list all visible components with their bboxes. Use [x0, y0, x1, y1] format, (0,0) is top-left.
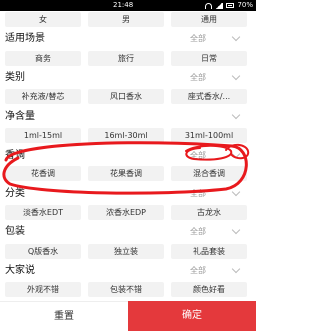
chip-option[interactable]: 风口香水	[88, 89, 164, 104]
fragrance-options: 花香调 花果香调 混合香调	[0, 166, 256, 182]
section-all[interactable]: 全部	[190, 226, 206, 238]
status-time: 21:48	[113, 1, 134, 9]
battery-icon	[226, 3, 235, 8]
chevron-down-icon[interactable]	[231, 149, 241, 159]
chip-option[interactable]: 礼品套装	[171, 244, 247, 259]
chip-option[interactable]: 日常	[171, 51, 247, 66]
volume-options: 1ml-15ml 16ml-30ml 31ml-100ml	[0, 128, 256, 144]
section-opinion[interactable]: 大家说 全部	[0, 263, 256, 281]
chevron-down-icon[interactable]	[231, 264, 241, 274]
filter-panel: 女 男 通用 适用场景 全部 商务 旅行 日常 类别 全部 补充液/替芯 风口香…	[0, 11, 256, 301]
status-bar: 21:48 70%	[0, 0, 256, 11]
chip-option[interactable]: 商务	[5, 51, 81, 66]
chip-female[interactable]: 女	[5, 12, 81, 27]
section-all[interactable]: 全部	[190, 33, 206, 45]
chip-option[interactable]: 座式香水/...	[171, 89, 247, 104]
section-title: 大家说	[5, 265, 35, 276]
chevron-down-icon[interactable]	[231, 110, 241, 120]
gender-options: 女 男 通用	[0, 12, 256, 28]
chevron-down-icon[interactable]	[231, 187, 241, 197]
chevron-down-icon[interactable]	[231, 71, 241, 81]
chip-option[interactable]: 花果香调	[88, 166, 164, 181]
chip-option[interactable]: 旅行	[88, 51, 164, 66]
section-category[interactable]: 类别 全部	[0, 70, 256, 88]
signal-icon	[215, 2, 224, 9]
reset-button[interactable]: 重置	[0, 301, 128, 331]
chip-option[interactable]: 1ml-15ml	[5, 128, 81, 143]
chip-unisex[interactable]: 通用	[171, 12, 247, 27]
battery-percent: 70%	[237, 1, 253, 9]
category-options: 补充液/替芯 风口香水 座式香水/...	[0, 89, 256, 105]
confirm-button[interactable]: 确定	[128, 301, 256, 331]
section-title: 适用场景	[5, 33, 45, 44]
section-all[interactable]: 全部	[190, 265, 206, 277]
filter-footer: 重置 确定	[0, 301, 256, 331]
chip-option[interactable]: 16ml-30ml	[88, 128, 164, 143]
chip-option[interactable]: 浓香水EDP	[88, 205, 164, 220]
scene-options: 商务 旅行 日常	[0, 51, 256, 67]
chip-option[interactable]: 独立装	[88, 244, 164, 259]
section-scene[interactable]: 适用场景 全部	[0, 31, 256, 49]
status-right: 70%	[205, 0, 253, 11]
chip-male[interactable]: 男	[88, 12, 164, 27]
chip-option[interactable]: 颜色好看	[171, 282, 247, 297]
chevron-down-icon[interactable]	[231, 32, 241, 42]
section-title: 香调	[5, 150, 25, 161]
chip-option[interactable]: 外观不错	[5, 282, 81, 297]
type-options: 淡香水EDT 浓香水EDP 古龙水	[0, 205, 256, 221]
section-volume[interactable]: 净含量	[0, 109, 256, 127]
section-title: 分类	[5, 188, 25, 199]
chip-option[interactable]: 包装不错	[88, 282, 164, 297]
chip-option[interactable]: 补充液/替芯	[5, 89, 81, 104]
section-title: 类别	[5, 72, 25, 83]
chip-option[interactable]: Q版香水	[5, 244, 81, 259]
section-fragrance[interactable]: 香调 全部	[0, 148, 256, 166]
section-package[interactable]: 包装 全部	[0, 224, 256, 242]
chip-option[interactable]: 花香调	[5, 166, 81, 181]
chevron-down-icon[interactable]	[231, 225, 241, 235]
chip-option[interactable]: 古龙水	[171, 205, 247, 220]
section-all[interactable]: 全部	[190, 72, 206, 84]
wifi-icon	[205, 2, 213, 9]
section-title: 净含量	[5, 111, 35, 122]
section-type[interactable]: 分类 全部	[0, 186, 256, 204]
section-all[interactable]: 全部	[190, 150, 206, 162]
section-title: 包装	[5, 226, 25, 237]
chip-option[interactable]: 淡香水EDT	[5, 205, 81, 220]
chip-option[interactable]: 31ml-100ml	[171, 128, 247, 143]
section-all[interactable]: 全部	[190, 188, 206, 200]
chip-option[interactable]: 混合香调	[171, 166, 247, 181]
package-options: Q版香水 独立装 礼品套装	[0, 244, 256, 260]
opinion-options: 外观不错 包装不错 颜色好看	[0, 282, 256, 298]
